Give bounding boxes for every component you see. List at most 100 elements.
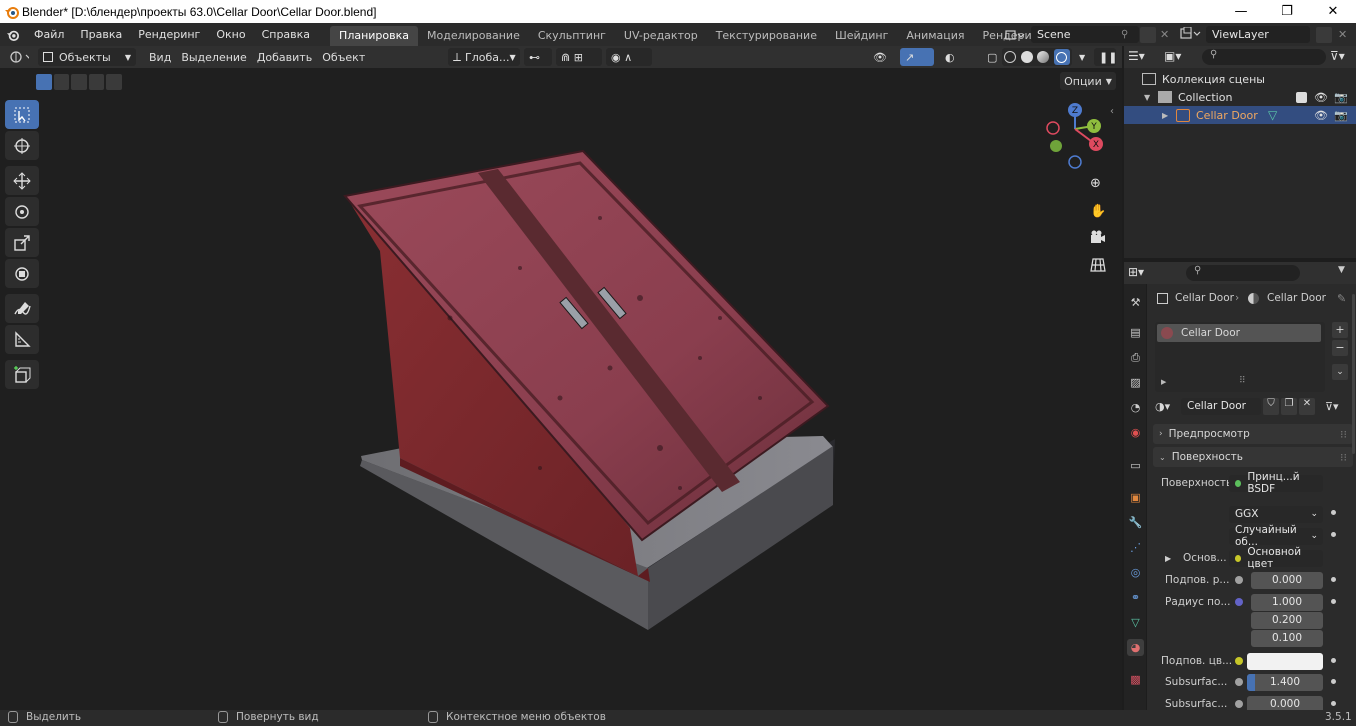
material-shading-icon[interactable]: [1037, 51, 1050, 63]
new-viewlayer-icon[interactable]: [1316, 27, 1332, 43]
keyframe-dot-icon[interactable]: [1331, 532, 1336, 537]
blender-menu-icon[interactable]: [0, 29, 26, 41]
data-tab-icon[interactable]: ▽: [1127, 614, 1144, 631]
mesh-data-icon[interactable]: ▽: [1268, 108, 1277, 122]
annotate-tool[interactable]: [5, 294, 39, 323]
scene-tab-icon[interactable]: ◔: [1127, 399, 1144, 416]
pause-render-icon[interactable]: ❚❚: [1094, 48, 1117, 66]
expand-arrow-icon[interactable]: ▼: [1144, 93, 1158, 102]
radius-y-field[interactable]: 0.200: [1251, 611, 1323, 629]
drag-handle-icon[interactable]: ⁝⁝: [1340, 451, 1347, 464]
checkbox-icon[interactable]: [1296, 91, 1307, 103]
solid-shading-icon[interactable]: [1020, 51, 1033, 63]
rotate-tool[interactable]: [5, 197, 39, 226]
duplicate-icon[interactable]: ❐: [1281, 397, 1297, 415]
world-tab-icon[interactable]: ◉: [1127, 424, 1144, 441]
measure-tool[interactable]: [5, 325, 39, 354]
add-slot-button[interactable]: +: [1332, 322, 1348, 338]
menu-render[interactable]: Рендеринг: [130, 23, 208, 46]
navigation-gizmo[interactable]: Z Y X: [1042, 102, 1112, 172]
menu-add[interactable]: Добавить: [252, 48, 317, 66]
tab-sculpting[interactable]: Скульптинг: [529, 26, 615, 46]
particles-tab-icon[interactable]: ⋰: [1127, 539, 1144, 556]
eye-icon[interactable]: 👁: [1314, 91, 1328, 104]
outliner-search-input[interactable]: ⚲: [1202, 49, 1326, 65]
remove-slot-button[interactable]: −: [1332, 340, 1348, 356]
menu-object[interactable]: Объект: [317, 48, 370, 66]
maximize-button[interactable]: ❐: [1265, 0, 1309, 23]
camera-view-icon[interactable]: [1090, 230, 1108, 248]
keyframe-dot-icon[interactable]: [1331, 658, 1336, 663]
keyframe-dot-icon[interactable]: [1331, 510, 1336, 515]
ior-field[interactable]: 1.400: [1247, 673, 1323, 691]
outliner-row-cellar-door[interactable]: ▶ Cellar Door ▽ 👁 📷: [1124, 106, 1356, 124]
vector-socket-icon[interactable]: [1235, 598, 1243, 606]
material-tab-icon[interactable]: ◕: [1127, 639, 1144, 656]
cursor-tool[interactable]: [5, 131, 39, 160]
perspective-grid-icon[interactable]: [1090, 258, 1108, 276]
subsurface-method-dropdown[interactable]: Случайный об... ⌄: [1229, 524, 1323, 548]
scene-browse-icon[interactable]: [1003, 27, 1027, 43]
select-subtract-icon[interactable]: [71, 74, 87, 90]
keyframe-dot-icon[interactable]: [1331, 599, 1336, 604]
float-socket-icon[interactable]: [1235, 700, 1243, 708]
sss-color-swatch[interactable]: [1247, 652, 1323, 670]
material-name-field[interactable]: Cellar Door: [1181, 397, 1261, 415]
object-tab-icon[interactable]: ▣: [1127, 489, 1144, 506]
pin-icon[interactable]: ✎: [1337, 292, 1346, 305]
3d-viewport[interactable]: Опции ▼ ‹ Z Y X ⊕ ✋: [0, 68, 1122, 710]
surface-shader-field[interactable]: Принц...й BSDF: [1229, 471, 1323, 495]
menu-view[interactable]: Вид: [144, 48, 176, 66]
subsurface-field[interactable]: 0.000: [1251, 571, 1323, 589]
select-box-tool[interactable]: [5, 100, 39, 129]
menu-window[interactable]: Окно: [208, 23, 253, 46]
radius-x-field[interactable]: 1.000: [1251, 593, 1323, 611]
overlay-toggle-icon[interactable]: ◐: [940, 48, 970, 66]
expand-arrow-icon[interactable]: ▶: [1161, 378, 1166, 386]
properties-editor-type-icon[interactable]: ⊞▾: [1128, 265, 1158, 281]
zoom-icon[interactable]: ⊕: [1090, 176, 1108, 194]
tab-texture-paint[interactable]: Текстурирование: [707, 26, 826, 46]
outliner-editor-type-icon[interactable]: ☰▾: [1128, 49, 1158, 65]
resize-handle-icon[interactable]: ⠿: [1239, 376, 1246, 386]
tab-uv-editing[interactable]: UV-редактор: [615, 26, 707, 46]
pin-icon[interactable]: ⚲: [1121, 29, 1128, 40]
chevron-down-icon[interactable]: ▼: [1338, 265, 1345, 275]
delete-viewlayer-icon[interactable]: ✕: [1338, 28, 1347, 41]
panel-preview[interactable]: › Предпросмотр ⁝⁝: [1153, 424, 1353, 444]
shading-options-icon[interactable]: ▼: [1074, 48, 1090, 66]
menu-help[interactable]: Справка: [254, 23, 318, 46]
camera-icon[interactable]: 📷: [1334, 109, 1348, 122]
rendered-shading-icon[interactable]: [1053, 49, 1070, 65]
unlink-icon[interactable]: ✕: [1299, 397, 1315, 415]
texture-tab-icon[interactable]: ▩: [1127, 671, 1144, 688]
outliner-row-scene-collection[interactable]: Коллекция сцены: [1124, 70, 1356, 88]
expand-arrow-icon[interactable]: ▶: [1165, 554, 1171, 563]
distribution-dropdown[interactable]: GGX ⌄: [1229, 505, 1323, 523]
scale-tool[interactable]: [5, 228, 39, 257]
xray-toggle-icon[interactable]: ▢: [982, 48, 998, 66]
keyframe-dot-icon[interactable]: [1331, 577, 1336, 582]
gizmo-toggle-icon[interactable]: ↗: [900, 48, 934, 66]
select-intersect-icon[interactable]: [106, 74, 122, 90]
render-tab-icon[interactable]: ▤: [1127, 324, 1144, 341]
anis-field[interactable]: 0.000: [1247, 695, 1323, 710]
slot-specials-icon[interactable]: ⌄: [1332, 364, 1348, 380]
select-new-icon[interactable]: [36, 74, 52, 90]
color-socket-icon[interactable]: [1235, 657, 1243, 665]
base-color-link-field[interactable]: Основной цвет: [1229, 546, 1323, 570]
properties-scrollbar[interactable]: [1352, 294, 1355, 454]
tool-tab-icon[interactable]: ⚒: [1127, 294, 1144, 311]
filter-icon[interactable]: ⊽▾: [1330, 49, 1354, 65]
menu-file[interactable]: Файл: [26, 23, 72, 46]
wireframe-shading-icon[interactable]: [1004, 51, 1017, 63]
tab-modeling[interactable]: Моделирование: [418, 26, 529, 46]
material-slot[interactable]: Cellar Door: [1157, 324, 1321, 342]
camera-icon[interactable]: 📷: [1334, 91, 1348, 104]
panel-surface[interactable]: ⌄ Поверхность ⁝⁝: [1153, 447, 1353, 467]
view-layer-tab-icon[interactable]: ▨: [1127, 374, 1144, 391]
mode-dropdown[interactable]: Объекты ▼: [38, 48, 136, 66]
new-scene-icon[interactable]: [1140, 27, 1156, 43]
eye-icon[interactable]: 👁: [1314, 109, 1328, 122]
tab-shading[interactable]: Шейдинг: [826, 26, 897, 46]
